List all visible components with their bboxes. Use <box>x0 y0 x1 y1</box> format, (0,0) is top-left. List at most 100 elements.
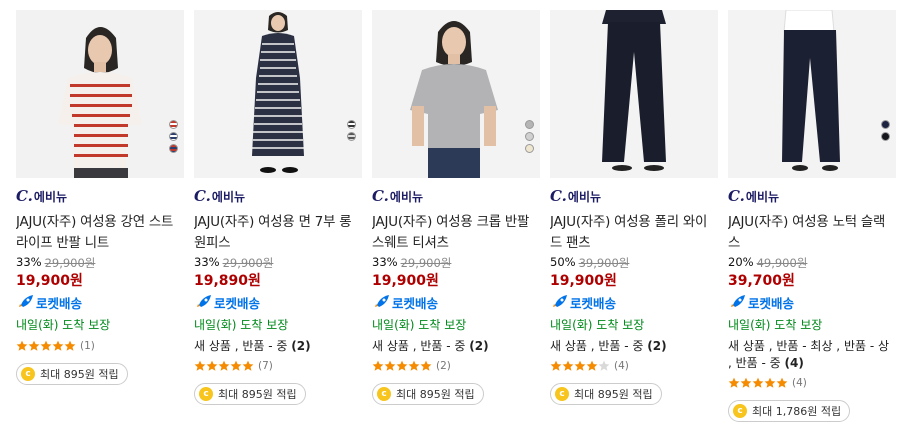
delivery-guarantee: 내일(화) 도착 보장 <box>372 318 467 332</box>
star-icon <box>740 377 752 388</box>
brand-logo[interactable]: C. 에비뉴 <box>194 187 362 205</box>
product-grid: C. 에비뉴 JAJU(자주) 여성용 강연 스트라이프 반팔 니트 33% 29,… <box>0 0 910 443</box>
star-icon <box>420 360 432 371</box>
product-title[interactable]: JAJU(자주) 여성용 강연 스트라이프 반팔 니트 <box>16 212 184 254</box>
sale-price: 39,700원 <box>728 273 795 289</box>
condition-count: (4) <box>784 356 804 370</box>
rocket-icon <box>731 295 745 307</box>
product-image[interactable] <box>194 10 362 178</box>
discount-rate: 33% <box>16 255 42 269</box>
brand-logo[interactable]: C. 에비뉴 <box>372 187 540 205</box>
cashback-badge[interactable]: c 최대 895원 적립 <box>194 383 306 405</box>
discount-rate: 33% <box>372 255 398 269</box>
discount-row: 33% 29,900원 <box>194 255 362 271</box>
coin-icon: c <box>377 387 391 401</box>
product-image[interactable] <box>372 10 540 178</box>
star-icon <box>194 360 206 371</box>
product-title[interactable]: JAJU(자주) 여성용 노턱 슬랙스 <box>728 212 896 254</box>
sale-price: 19,900원 <box>550 273 617 289</box>
cashback-badge[interactable]: c 최대 1,786원 적립 <box>728 400 851 422</box>
rocket-icon <box>553 295 567 307</box>
product-image[interactable] <box>728 10 896 178</box>
cashback-text: 최대 1,786원 적립 <box>752 405 842 418</box>
product-title[interactable]: JAJU(자주) 여성용 폴리 와이드 팬츠 <box>550 212 718 254</box>
color-swatch[interactable] <box>525 144 534 153</box>
color-swatch[interactable] <box>169 132 178 141</box>
star-icon <box>562 360 574 371</box>
product-card[interactable]: C. 에비뉴 JAJU(자주) 여성용 면 7부 롱 원피스 33% 29,900원… <box>194 10 362 405</box>
color-swatch[interactable] <box>881 132 890 141</box>
condition-options: 새 상품 , 반품 - 중 (2) <box>372 338 540 355</box>
rocket-label: 로켓배송 <box>392 295 439 311</box>
product-title[interactable]: JAJU(자주) 여성용 면 7부 롱 원피스 <box>194 212 362 254</box>
product-card[interactable]: C. 에비뉴 JAJU(자주) 여성용 강연 스트라이프 반팔 니트 33% 29,… <box>16 10 184 385</box>
discount-row: 50% 39,900원 <box>550 255 718 271</box>
color-swatch[interactable] <box>525 120 534 129</box>
original-price: 29,900원 <box>400 256 452 270</box>
condition-text: 새 상품 , 반품 - 중 <box>194 339 288 353</box>
cashback-badge[interactable]: c 최대 895원 적립 <box>16 363 128 385</box>
discount-rate: 33% <box>194 255 220 269</box>
brand-logo[interactable]: C. 에비뉴 <box>550 187 718 205</box>
condition-options: 새 상품 , 반품 - 최상 , 반품 - 상 , 반품 - 중 (4) <box>728 338 896 372</box>
product-image[interactable] <box>550 10 718 178</box>
star-icon <box>752 377 764 388</box>
product-card[interactable]: C. 에비뉴 JAJU(자주) 여성용 폴리 와이드 팬츠 50% 39,900원 … <box>550 10 718 405</box>
product-card[interactable]: C. 에비뉴 JAJU(자주) 여성용 노턱 슬랙스 20% 49,900원 39,… <box>728 10 896 422</box>
review-count: (1) <box>80 340 95 352</box>
color-swatch[interactable] <box>169 144 178 153</box>
delivery-guarantee: 내일(화) 도착 보장 <box>728 318 823 332</box>
color-swatches <box>347 120 356 141</box>
star-icon <box>408 360 420 371</box>
cashback-badge[interactable]: c 최대 895원 적립 <box>372 383 484 405</box>
color-swatch[interactable] <box>347 132 356 141</box>
rocket-delivery-badge: 로켓배송 <box>194 292 362 312</box>
original-price: 49,900원 <box>756 256 808 270</box>
rating: (2) <box>372 359 540 373</box>
discount-row: 33% 29,900원 <box>372 255 540 271</box>
brand-name: 에비뉴 <box>389 190 424 204</box>
product-title[interactable]: JAJU(자주) 여성용 크롭 반팔 스웨트 티셔츠 <box>372 212 540 254</box>
product-image[interactable] <box>16 10 184 178</box>
sale-price: 19,900원 <box>372 273 439 289</box>
delivery-guarantee: 내일(화) 도착 보장 <box>194 318 289 332</box>
original-price: 29,900원 <box>222 256 274 270</box>
delivery-guarantee: 내일(화) 도착 보장 <box>550 318 645 332</box>
coin-icon: c <box>733 404 747 418</box>
cashback-text: 최대 895원 적립 <box>218 388 297 401</box>
rocket-delivery-badge: 로켓배송 <box>550 292 718 312</box>
product-card[interactable]: C. 에비뉴 JAJU(자주) 여성용 크롭 반팔 스웨트 티셔츠 33% 29,9… <box>372 10 540 405</box>
color-swatch[interactable] <box>525 132 534 141</box>
discount-row: 33% 29,900원 <box>16 255 184 271</box>
star-icon <box>372 360 384 371</box>
cashback-text: 최대 895원 적립 <box>574 388 653 401</box>
rocket-icon <box>19 295 33 307</box>
coin-icon: c <box>199 387 213 401</box>
rocket-label: 로켓배송 <box>748 295 795 311</box>
model-striped-dress-image <box>194 10 362 178</box>
color-swatch[interactable] <box>347 120 356 129</box>
brand-name: 에비뉴 <box>567 190 602 204</box>
color-swatch[interactable] <box>881 120 890 129</box>
star-rating <box>194 357 254 376</box>
rocket-icon <box>375 295 389 307</box>
condition-count: (2) <box>469 339 489 353</box>
cashback-text: 최대 895원 적립 <box>396 388 475 401</box>
rating: (4) <box>550 359 718 373</box>
color-swatch[interactable] <box>169 120 178 129</box>
star-icon <box>764 377 776 388</box>
cashback-badge[interactable]: c 최대 895원 적립 <box>550 383 662 405</box>
brand-logo[interactable]: C. 에비뉴 <box>728 187 896 205</box>
rating: (7) <box>194 359 362 373</box>
rocket-label: 로켓배송 <box>214 295 261 311</box>
star-icon <box>574 360 586 371</box>
sale-price: 19,890원 <box>194 273 261 289</box>
original-price: 39,900원 <box>578 256 630 270</box>
condition-count: (2) <box>647 339 667 353</box>
star-icon <box>218 360 230 371</box>
star-icon <box>52 340 64 351</box>
rocket-label: 로켓배송 <box>36 295 83 311</box>
model-slacks-image <box>728 10 896 178</box>
brand-logo[interactable]: C. 에비뉴 <box>16 187 184 205</box>
star-icon <box>16 340 28 351</box>
